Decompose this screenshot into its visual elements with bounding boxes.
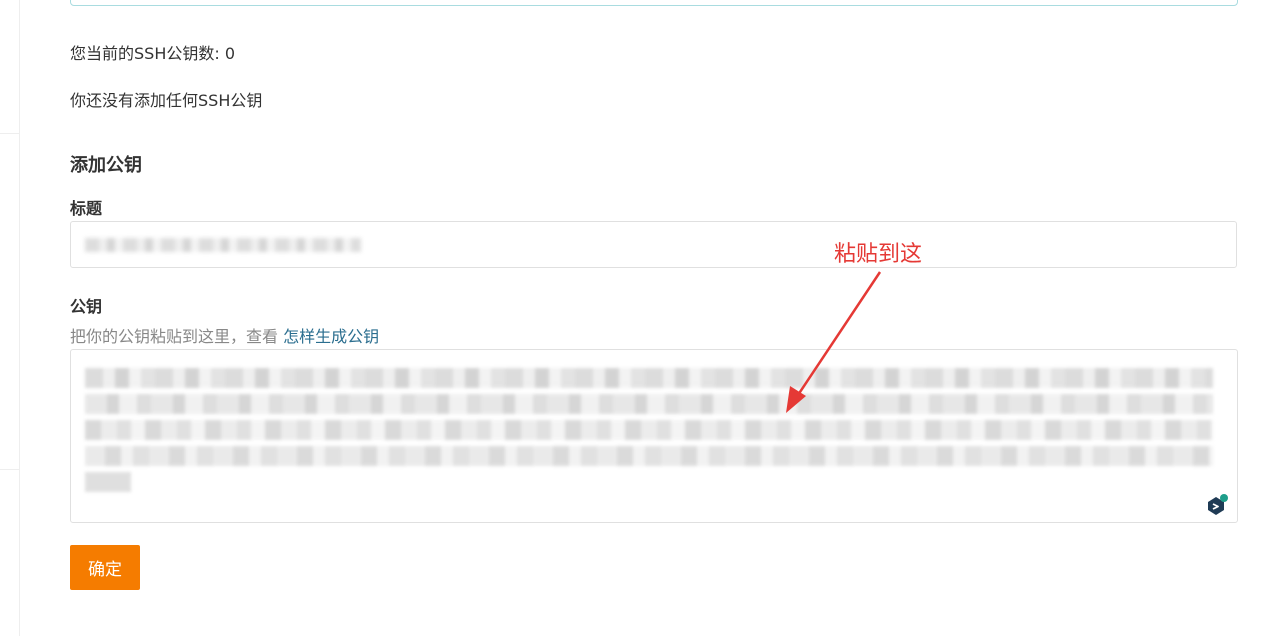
redacted-key-line	[85, 472, 131, 492]
annotation-arrow-icon	[786, 271, 882, 413]
key-hint-text: 把你的公钥粘贴到这里，查看	[70, 327, 284, 346]
key-hint: 把你的公钥粘贴到这里，查看 怎样生成公钥	[70, 323, 379, 347]
sidebar-divider	[0, 469, 19, 470]
confirm-button[interactable]: 确定	[70, 545, 140, 590]
add-key-section-title: 添加公钥	[70, 155, 142, 176]
key-label: 公钥	[70, 297, 103, 316]
redacted-title-value	[85, 238, 361, 252]
redacted-key-line	[85, 368, 1213, 388]
sidebar-edge	[0, 0, 20, 636]
ssh-key-count: 您当前的SSH公钥数: 0	[70, 44, 236, 63]
redacted-key-line	[85, 394, 1213, 414]
assistant-icon[interactable]	[1207, 494, 1229, 516]
title-input[interactable]	[70, 221, 1237, 268]
ssh-key-settings-page: 您当前的SSH公钥数: 0 你还没有添加任何SSH公钥 添加公钥 标题 公钥 把…	[0, 0, 1267, 636]
redacted-key-line	[85, 420, 1213, 440]
top-info-box	[70, 0, 1238, 6]
public-key-textarea[interactable]	[70, 349, 1238, 523]
title-label: 标题	[70, 199, 103, 218]
redacted-key-line	[85, 446, 1213, 466]
no-keys-message: 你还没有添加任何SSH公钥	[70, 91, 263, 110]
how-to-generate-key-link[interactable]: 怎样生成公钥	[283, 327, 379, 346]
sidebar-divider	[0, 133, 19, 134]
